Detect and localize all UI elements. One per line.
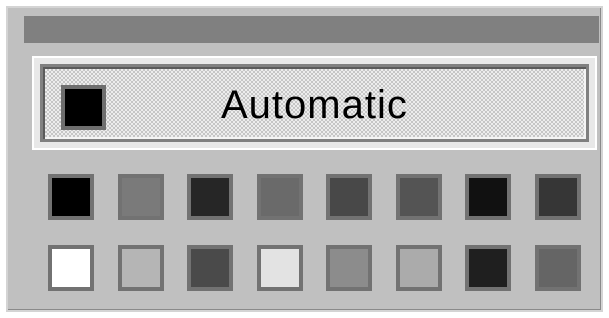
automatic-row: Automatic: [32, 56, 597, 150]
color-swatch-gray-2[interactable]: [257, 174, 303, 220]
color-swatch-gray-1[interactable]: [118, 174, 164, 220]
color-swatch-near-black[interactable]: [465, 174, 511, 220]
color-swatch-gray-4[interactable]: [535, 245, 581, 291]
color-swatch-light-gray-3[interactable]: [396, 245, 442, 291]
color-swatch-dark-gray-5[interactable]: [187, 245, 233, 291]
color-picker-popup: Automatic: [6, 6, 603, 312]
color-swatch-white[interactable]: [48, 245, 94, 291]
color-swatch-light-gray-1[interactable]: [118, 245, 164, 291]
automatic-label: Automatic: [221, 83, 408, 127]
color-swatch-black[interactable]: [48, 174, 94, 220]
color-palette: [8, 174, 605, 304]
color-swatch-dark-gray-4[interactable]: [535, 174, 581, 220]
color-swatch-light-gray-2[interactable]: [257, 245, 303, 291]
color-swatch-dark-gray-1[interactable]: [187, 174, 233, 220]
title-bar[interactable]: [24, 16, 599, 43]
color-swatch-near-black-2[interactable]: [465, 245, 511, 291]
color-swatch-dark-gray-2[interactable]: [326, 174, 372, 220]
color-swatch-gray-3[interactable]: [326, 245, 372, 291]
automatic-color-button[interactable]: Automatic: [40, 64, 589, 142]
color-swatch-dark-gray-3[interactable]: [396, 174, 442, 220]
automatic-color-swatch: [61, 85, 106, 130]
